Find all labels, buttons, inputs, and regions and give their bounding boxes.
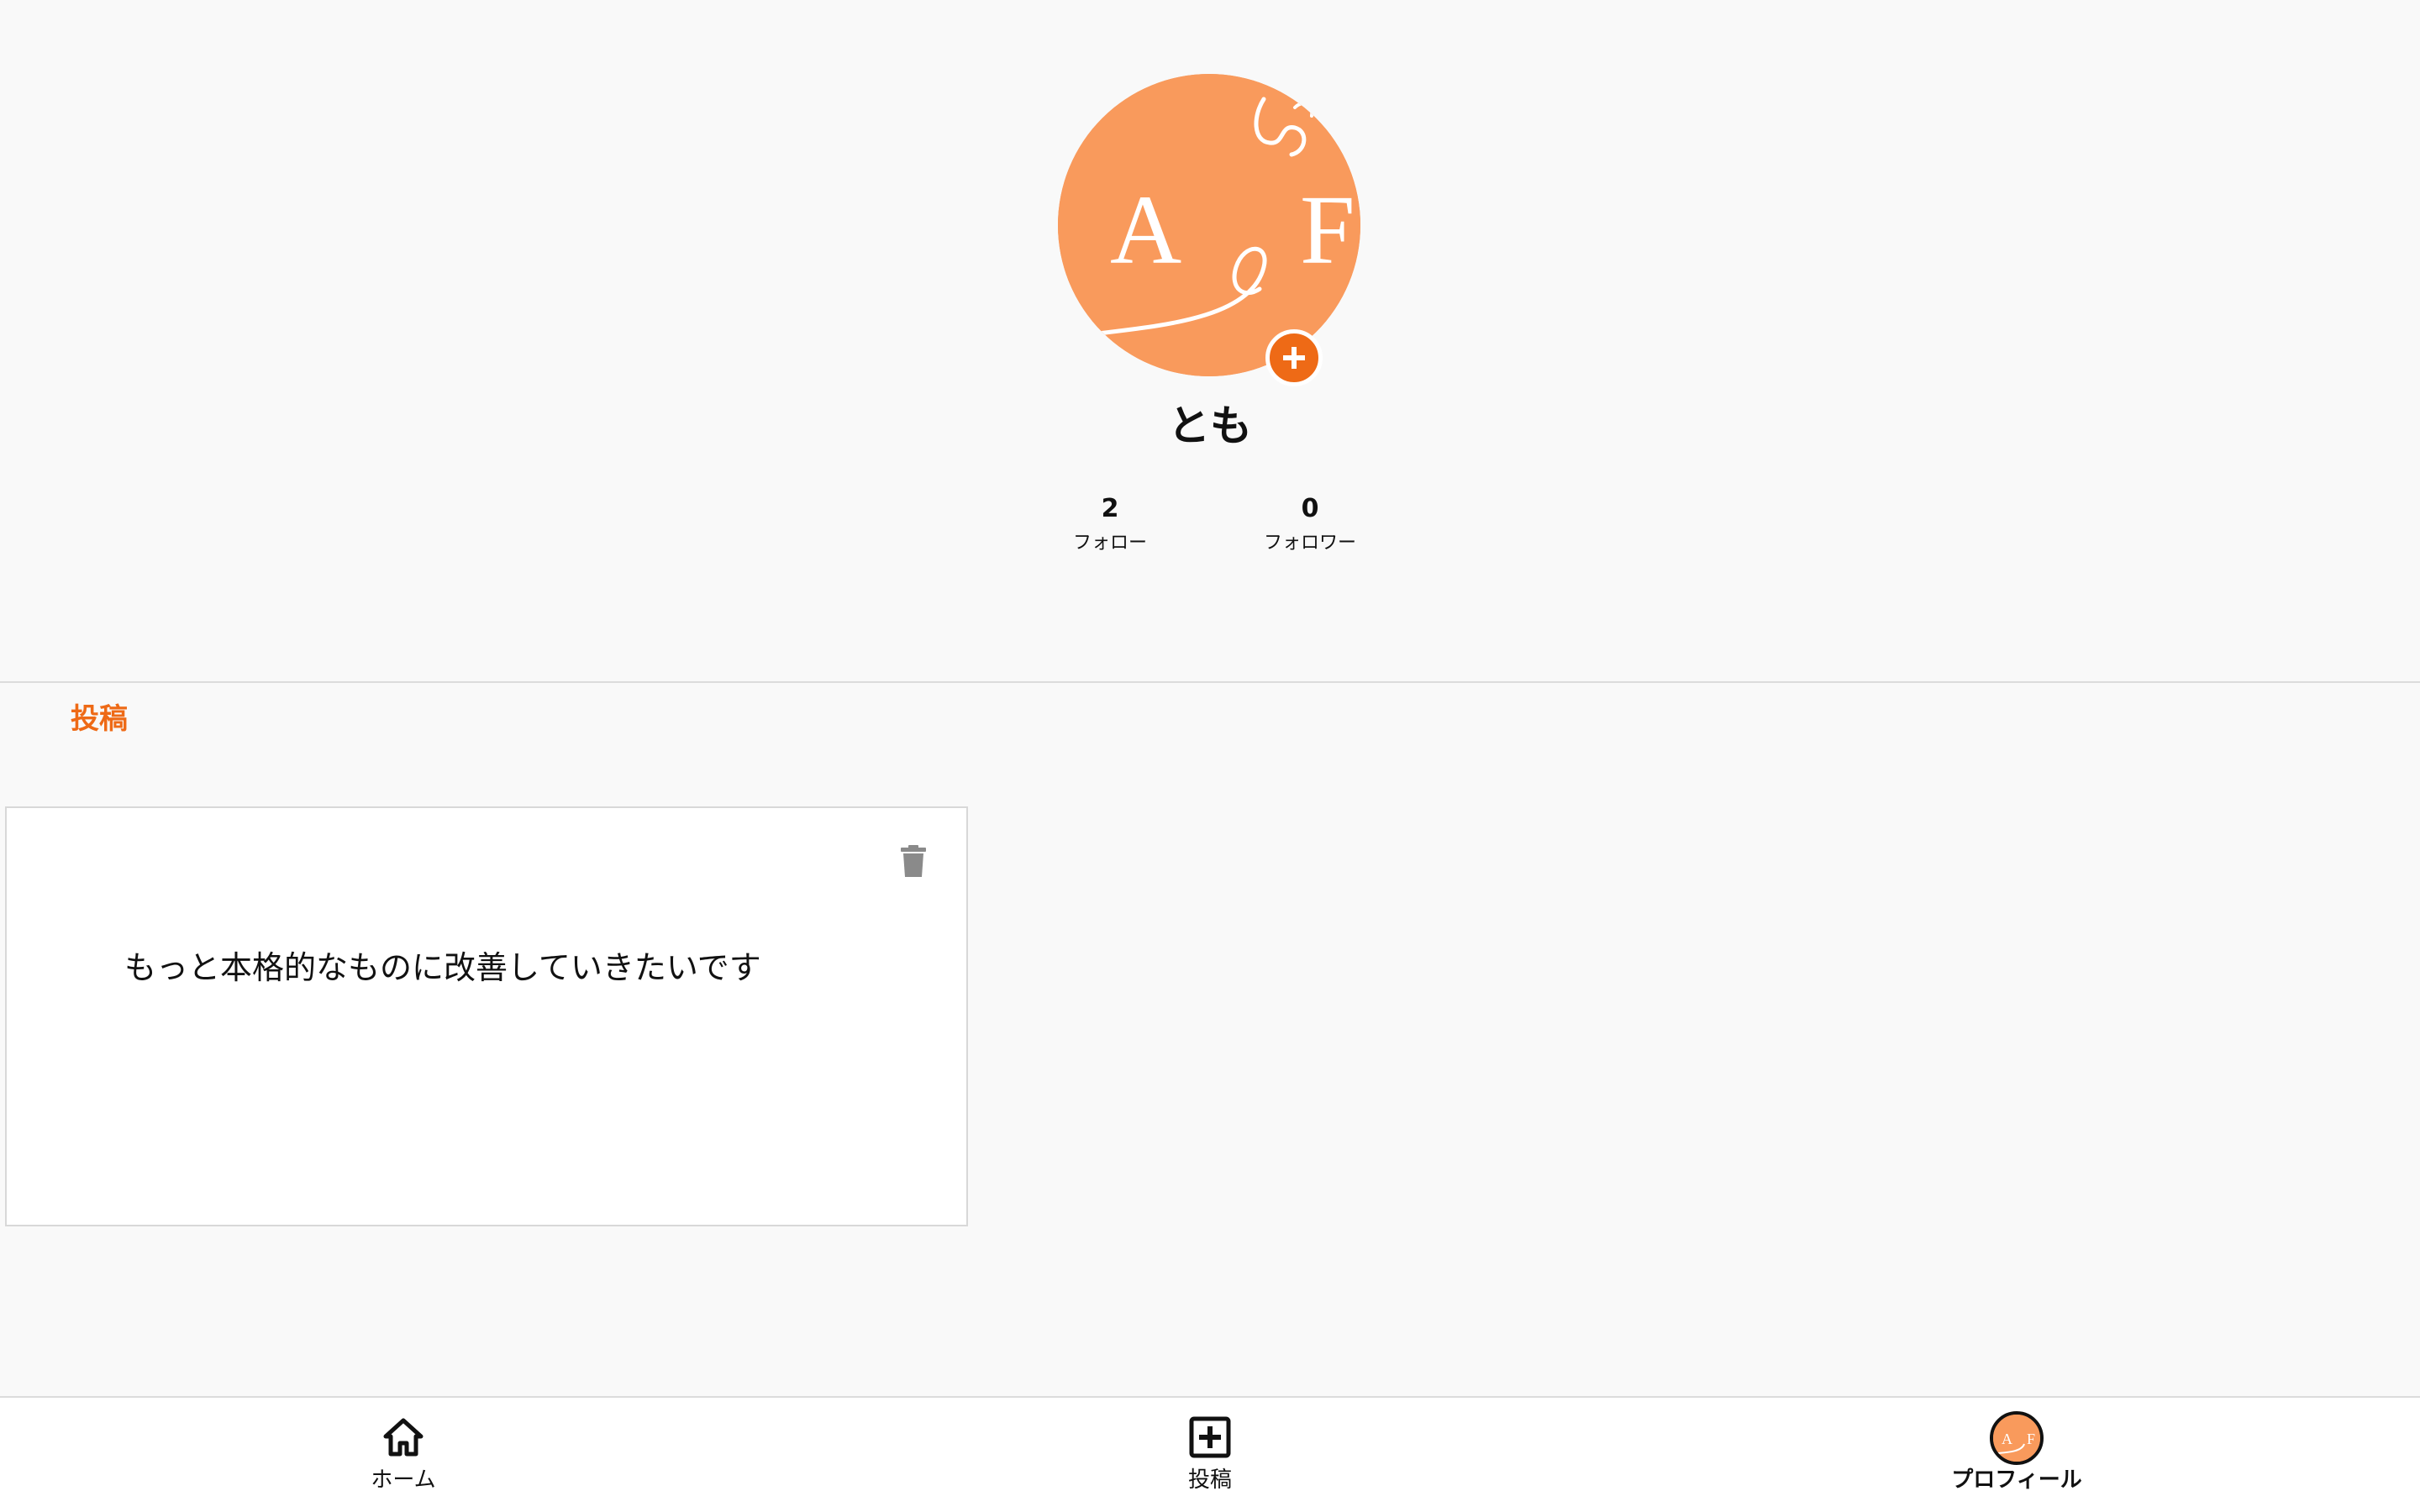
following-label: フォロー	[1072, 533, 1147, 554]
nav-post-label: 投稿	[1187, 1467, 1232, 1493]
svg-text:F: F	[2027, 1431, 2035, 1447]
profile-header: A F とも 2 フォロー 0 フォロワー	[0, 0, 2420, 682]
followers-stat[interactable]: 0 フォロワー	[1226, 492, 1394, 556]
username: とも	[1168, 402, 1252, 450]
plus-icon	[1283, 347, 1305, 369]
nav-profile[interactable]: A F プロフィール	[1916, 1411, 2118, 1499]
following-count: 2	[1101, 494, 1119, 523]
nav-home-label: ホーム	[371, 1467, 436, 1493]
profile-avatar[interactable]: A F	[1058, 74, 1360, 376]
trash-icon	[901, 845, 926, 877]
nav-post[interactable]: 投稿	[1109, 1415, 1311, 1499]
following-stat[interactable]: 2 フォロー	[1026, 492, 1194, 556]
nav-home[interactable]: ホーム	[302, 1415, 504, 1499]
profile-page: A F とも 2 フォロー 0 フォロワー 投稿 もっと本格的なものに改善してい…	[0, 0, 2420, 1512]
tab-posts[interactable]: 投稿	[71, 699, 128, 739]
add-square-icon	[1189, 1415, 1231, 1460]
profile-avatar-icon: A F	[1990, 1411, 2044, 1465]
nav-profile-label: プロフィール	[1951, 1467, 2082, 1493]
delete-post-button[interactable]	[894, 842, 933, 880]
home-icon	[382, 1415, 424, 1460]
avatar-letter-f: F	[1300, 175, 1355, 285]
divider	[0, 681, 2420, 683]
avatar-image: A F	[1058, 74, 1360, 376]
avatar-letter-a: A	[1110, 175, 1181, 285]
followers-count: 0	[1301, 494, 1319, 523]
post-card	[5, 806, 968, 1226]
followers-label: フォロワー	[1263, 533, 1356, 554]
add-avatar-button[interactable]	[1265, 329, 1323, 386]
svg-text:A: A	[2002, 1431, 2012, 1447]
post-text: もっと本格的なものに改善していきたいです	[124, 949, 761, 986]
